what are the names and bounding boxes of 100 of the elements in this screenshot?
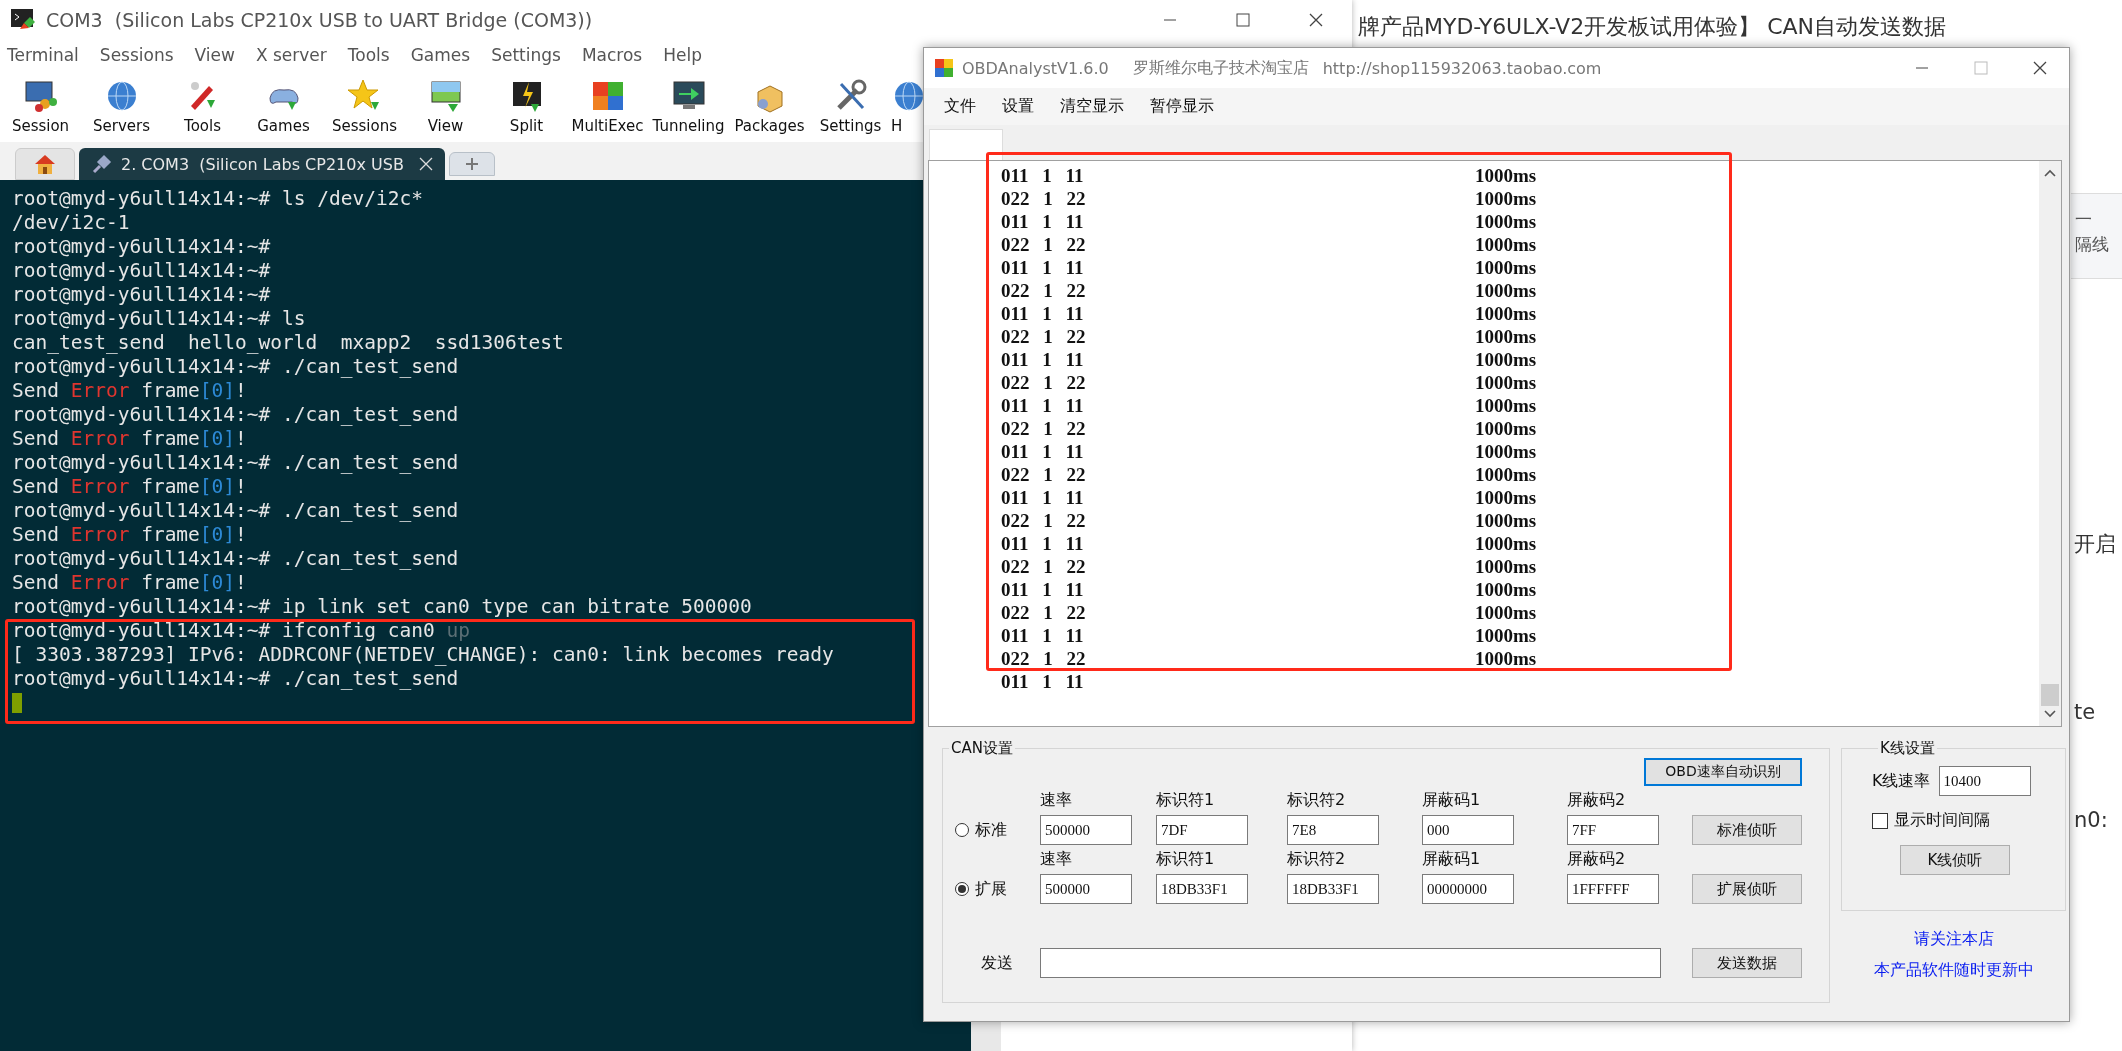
window-title: COM3 (Silicon Labs CP210x USB to UART Bridge (COM3)) bbox=[46, 9, 594, 31]
frame-text: 022 1 22 bbox=[1001, 555, 1087, 578]
menu-item[interactable]: Terminal bbox=[7, 45, 79, 65]
radio-button[interactable]: 标准 bbox=[955, 819, 1040, 841]
shop-link[interactable]: 本产品软件随时更新中 bbox=[1873, 960, 2034, 981]
field-label: 发送 bbox=[980, 952, 1014, 974]
scrollbar[interactable] bbox=[2039, 161, 2061, 726]
period-text: 1000ms bbox=[1475, 233, 1537, 256]
toolbar-button[interactable]: H bbox=[891, 116, 903, 135]
group-title: K线设置 bbox=[1879, 739, 1936, 758]
toolbar-button[interactable]: Servers bbox=[93, 116, 150, 135]
period-text: 1000ms bbox=[1475, 210, 1537, 233]
menu-item[interactable]: 文件 bbox=[944, 96, 976, 117]
shop-name: 罗斯维尔电子技术淘宝店 bbox=[1132, 57, 1309, 79]
toolbar-button[interactable]: Split bbox=[509, 116, 544, 135]
toolbar-button[interactable]: View bbox=[427, 116, 464, 135]
close-icon[interactable] bbox=[1308, 13, 1323, 27]
period-text: 1000ms bbox=[1475, 417, 1537, 440]
text-field[interactable]: 7FF bbox=[1567, 815, 1659, 845]
text-field[interactable]: 18DB33F1 bbox=[1287, 874, 1379, 904]
group-title: CAN设置 bbox=[950, 739, 1014, 758]
frame-text: 022 1 22 bbox=[1001, 233, 1087, 256]
listen-button[interactable]: 扩展侦听 bbox=[1692, 874, 1802, 904]
toolbar-button[interactable]: Settings bbox=[819, 116, 882, 135]
send-field[interactable] bbox=[1040, 948, 1661, 978]
terminal-line: Send Error frame[0]! bbox=[12, 427, 248, 451]
terminal-line: root@myd-y6ull14x14:~# ./can_test_send bbox=[12, 667, 460, 691]
frame-text: 011 1 11 bbox=[1001, 670, 1085, 693]
text-field[interactable]: 00000000 bbox=[1422, 874, 1514, 904]
menu-item[interactable]: Tools bbox=[347, 45, 390, 65]
frame-text: 022 1 22 bbox=[1001, 463, 1087, 486]
terminal-line: root@myd-y6ull14x14:~# ./can_test_send bbox=[12, 451, 460, 475]
frame-text: 011 1 11 bbox=[1001, 210, 1085, 233]
terminal-line: root@myd-y6ull14x14:~# ls /dev/i2c* bbox=[12, 187, 424, 211]
menu-item[interactable]: 设置 bbox=[1002, 96, 1034, 117]
checkbox[interactable]: 显示时间间隔 bbox=[1872, 810, 2065, 831]
listen-button[interactable]: 标准侦听 bbox=[1692, 815, 1802, 845]
frame-text: 011 1 11 bbox=[1001, 440, 1085, 463]
menu-item[interactable]: Macros bbox=[581, 45, 643, 65]
text-field[interactable]: 7E8 bbox=[1287, 815, 1379, 845]
text-field[interactable]: 18DB33F1 bbox=[1156, 874, 1248, 904]
article-text: 开启 bbox=[2074, 531, 2116, 558]
terminal-line: [ 3303.387293] IPv6: ADDRCONF(NETDEV_CHANGE): can0: link becomes ready bbox=[12, 643, 835, 667]
maximize-icon[interactable] bbox=[1235, 13, 1250, 27]
period-text: 1000ms bbox=[1475, 486, 1537, 509]
empty-tab[interactable] bbox=[929, 129, 1003, 160]
frame-text: 022 1 22 bbox=[1001, 325, 1087, 348]
radio-button[interactable]: 扩展 bbox=[955, 878, 1040, 900]
scroll-up-icon[interactable] bbox=[2044, 169, 2056, 177]
text-field[interactable]: 7DF bbox=[1156, 815, 1248, 845]
terminal-line: Send Error frame[0]! bbox=[12, 523, 248, 547]
menu-item[interactable]: Games bbox=[410, 45, 471, 65]
send-button[interactable]: 发送数据 bbox=[1692, 948, 1802, 978]
frame-text: 022 1 22 bbox=[1001, 187, 1087, 210]
menu-item[interactable]: Settings bbox=[491, 45, 561, 65]
terminal-line: root@myd-y6ull14x14:~# ls bbox=[12, 307, 307, 331]
menu-item[interactable]: X server bbox=[255, 45, 327, 65]
menu-item[interactable]: 清空显示 bbox=[1060, 96, 1124, 117]
tab-text: 一 bbox=[2075, 208, 2093, 231]
terminal-line: Send Error frame[0]! bbox=[12, 475, 248, 499]
terminal-line: root@myd-y6ull14x14:~# bbox=[12, 283, 272, 307]
field-label: K线速率 bbox=[1872, 770, 1931, 792]
menu-item[interactable]: Sessions bbox=[99, 45, 174, 65]
period-text: 1000ms bbox=[1475, 532, 1537, 555]
menu-item[interactable]: View bbox=[194, 45, 235, 65]
terminal-line: Send Error frame[0]! bbox=[12, 379, 248, 403]
text-field[interactable]: 10400 bbox=[1938, 766, 2031, 796]
frame-text: 011 1 11 bbox=[1001, 394, 1085, 417]
scrollbar-thumb[interactable] bbox=[2041, 684, 2059, 706]
toolbar-button[interactable]: MultiExec bbox=[571, 116, 644, 135]
toolbar-button[interactable]: Games bbox=[257, 116, 310, 135]
home-tab[interactable] bbox=[15, 148, 75, 180]
terminal-line: root@myd-y6ull14x14:~# ./can_test_send bbox=[12, 499, 460, 523]
period-text: 1000ms bbox=[1475, 509, 1537, 532]
session-tab[interactable]: 2. COM3 (Silicon Labs CP210x USB bbox=[79, 148, 445, 180]
text-field[interactable]: 1FFFFFF bbox=[1567, 874, 1659, 904]
window-title: OBDAnalystV1.6.0 bbox=[962, 58, 1109, 78]
scroll-down-icon[interactable] bbox=[2044, 710, 2056, 718]
menu-item[interactable]: 暂停显示 bbox=[1150, 96, 1214, 117]
shop-link[interactable]: 请关注本店 bbox=[1913, 929, 1994, 950]
toolbar-button[interactable]: Session bbox=[11, 116, 70, 135]
frame-text: 011 1 11 bbox=[1001, 578, 1085, 601]
toolbar-button[interactable]: Tools bbox=[184, 116, 221, 135]
text-field[interactable]: 500000 bbox=[1040, 815, 1132, 845]
frame-text: 022 1 22 bbox=[1001, 417, 1087, 440]
toolbar-button[interactable]: Tunneling bbox=[652, 116, 725, 135]
side-tab[interactable]: 一 隔线 bbox=[2071, 193, 2122, 279]
close-icon[interactable] bbox=[2032, 61, 2047, 75]
text-field[interactable]: 500000 bbox=[1040, 874, 1132, 904]
article-text: te bbox=[2074, 700, 2096, 724]
menu-item[interactable]: Help bbox=[663, 45, 702, 65]
field-label: 标识符2 bbox=[1287, 849, 1347, 870]
toolbar-button[interactable]: Sessions bbox=[331, 116, 397, 135]
auto-detect-button[interactable]: OBD速率自动识别 bbox=[1644, 758, 1802, 786]
terminal-line: /dev/i2c-1 bbox=[12, 211, 131, 235]
toolbar-button[interactable]: Packages bbox=[734, 116, 805, 135]
text-field[interactable]: 000 bbox=[1422, 815, 1514, 845]
listen-button[interactable]: K线侦听 bbox=[1900, 845, 2010, 875]
new-tab-button[interactable] bbox=[449, 152, 495, 176]
period-text: 1000ms bbox=[1475, 348, 1537, 371]
